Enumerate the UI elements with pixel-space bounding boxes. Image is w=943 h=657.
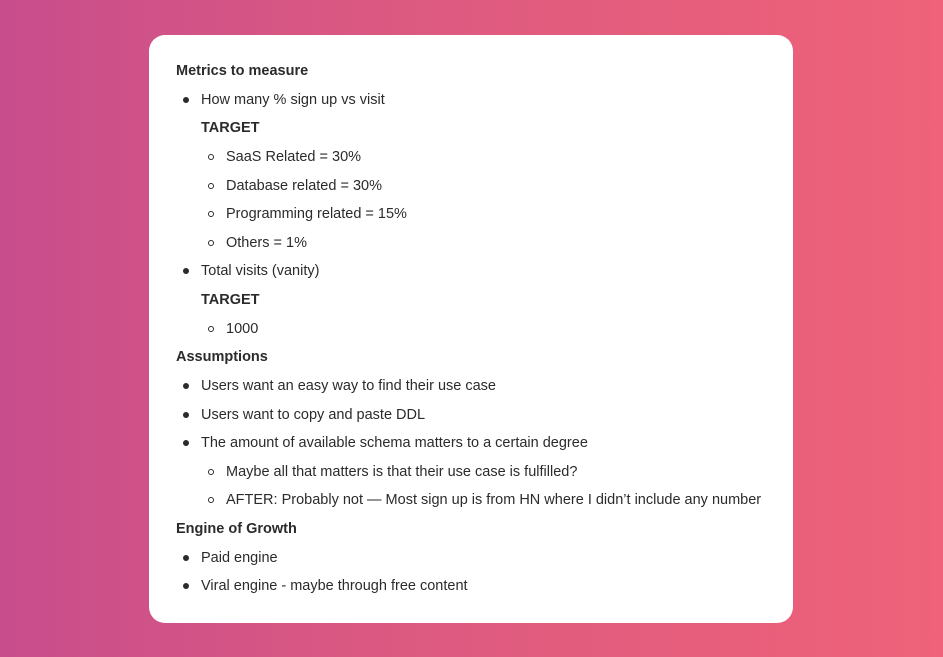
- bullet-icon: [183, 268, 189, 275]
- sub-list-item: SaaS Related = 30%: [176, 148, 793, 177]
- sub-list-item-text: AFTER: Probably not — Most sign up is fr…: [226, 492, 762, 509]
- sub-list-item-text: Programming related = 15%: [226, 206, 407, 223]
- section-heading-metrics: Metrics to measure: [176, 63, 309, 79]
- hollow-bullet-icon: [208, 468, 214, 475]
- target-label: TARGET: [201, 292, 260, 308]
- sub-list-item: Others = 1%: [176, 234, 793, 263]
- sub-list-item-text: Maybe all that matters is that their use…: [226, 463, 578, 480]
- list-item: Users want an easy way to find their use…: [176, 377, 793, 406]
- section-heading-growth: Engine of Growth: [176, 521, 297, 537]
- sub-list-item: AFTER: Probably not — Most sign up is fr…: [176, 491, 793, 520]
- list-item-text: Users want an easy way to find their use…: [201, 377, 496, 394]
- sub-list-item: 1000: [176, 320, 793, 349]
- list-item-text: Total visits (vanity): [201, 263, 320, 280]
- list-item: Users want to copy and paste DDL: [176, 406, 793, 435]
- list-item-text: Users want to copy and paste DDL: [201, 406, 426, 423]
- section-heading-assumptions: Assumptions: [176, 349, 268, 366]
- sub-list-item-text: 1000: [226, 320, 259, 337]
- list-item-text: How many % sign up vs visit: [201, 91, 385, 108]
- list-item-text: Paid engine: [201, 549, 278, 566]
- sub-list-item-text: Database related = 30%: [226, 177, 382, 194]
- list-item-text: Viral engine - maybe through free conten…: [201, 578, 468, 595]
- hollow-bullet-icon: [208, 325, 214, 332]
- sub-list-item: Database related = 30%: [176, 177, 793, 206]
- hollow-bullet-icon: [208, 211, 214, 218]
- sub-list-item: Programming related = 15%: [176, 205, 793, 234]
- bullet-icon: [183, 96, 189, 103]
- target-label: TARGET: [201, 120, 260, 137]
- bullet-icon: [183, 411, 189, 418]
- list-item: Paid engine: [176, 549, 793, 578]
- bullet-icon: [183, 583, 189, 590]
- list-item: Total visits (vanity): [176, 262, 793, 291]
- bullet-icon: [183, 440, 189, 447]
- hollow-bullet-icon: [208, 182, 214, 189]
- sub-list-item-text: SaaS Related = 30%: [226, 148, 362, 165]
- hollow-bullet-icon: [208, 153, 214, 160]
- sub-list-item: Maybe all that matters is that their use…: [176, 463, 793, 492]
- hollow-bullet-icon: [208, 239, 214, 246]
- notes-card: Metrics to measure How many % sign up vs…: [149, 35, 793, 623]
- list-item: Viral engine - maybe through free conten…: [176, 577, 793, 606]
- hollow-bullet-icon: [208, 497, 214, 504]
- list-item: The amount of available schema matters t…: [176, 434, 793, 463]
- bullet-icon: [183, 554, 189, 561]
- bullet-icon: [183, 382, 189, 389]
- sub-list-item-text: Others = 1%: [226, 234, 307, 251]
- list-item-text: The amount of available schema matters t…: [201, 435, 588, 452]
- list-item: How many % sign up vs visit: [176, 91, 793, 120]
